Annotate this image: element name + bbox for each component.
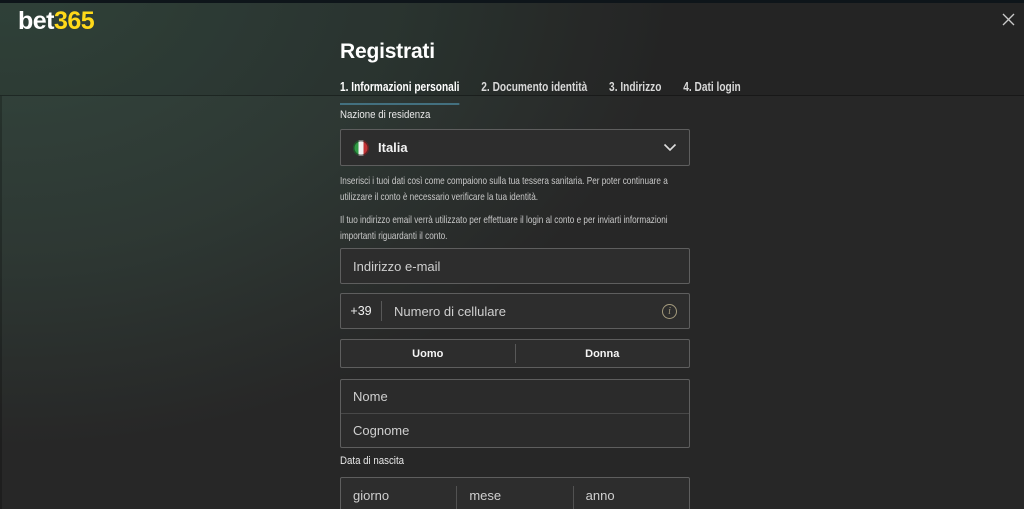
country-select[interactable]: Italia [340, 129, 690, 166]
gender-toggle: Uomo Donna [340, 339, 690, 368]
tab-indirizzo[interactable]: 3. Indirizzo [609, 79, 661, 105]
paragraph-line: importanti riguardanti il conto. [340, 229, 448, 242]
bet365-logo[interactable]: bet365 [18, 7, 95, 36]
identity-info-paragraph: Inserisci i tuoi dati così come compaion… [340, 175, 692, 206]
logo-text-bet: bet [18, 7, 55, 35]
tab-documento-identita[interactable]: 2. Documento identità [481, 79, 587, 105]
tab-dati-login[interactable]: 4. Dati login [683, 79, 740, 105]
info-icon[interactable]: i [662, 303, 677, 319]
chevron-down-icon [663, 143, 677, 152]
email-info-paragraph: Il tuo indirizzo email verrà utilizzato … [340, 214, 692, 245]
phone-input[interactable] [382, 294, 662, 328]
dob-year-input[interactable] [573, 478, 689, 509]
paragraph-line: Il tuo indirizzo email verrà utilizzato … [340, 214, 668, 226]
italy-flag-icon [353, 139, 369, 156]
left-edge-shade [0, 96, 2, 509]
page-title: Registrati [340, 40, 435, 63]
tab-informazioni-personali[interactable]: 1. Informazioni personali [340, 79, 460, 105]
logo-text-365: 365 [54, 7, 95, 35]
gender-female-button[interactable]: Donna [516, 340, 690, 367]
country-label: Nazione di residenza [340, 109, 431, 121]
first-name-input[interactable] [341, 380, 689, 413]
close-icon [1001, 12, 1016, 27]
paragraph-line: Inserisci i tuoi dati così come compaion… [340, 175, 668, 187]
step-tabs: 1. Informazioni personali 2. Documento i… [340, 79, 741, 105]
name-fields [340, 379, 690, 448]
phone-prefix: +39 [350, 304, 372, 318]
registration-overlay: bet365 Registrati 1. Informazioni person… [0, 0, 1024, 509]
dob-month-input[interactable] [457, 478, 573, 509]
gender-male-button[interactable]: Uomo [341, 340, 515, 367]
dob-day-input[interactable] [341, 478, 457, 509]
country-selected-value: Italia [378, 140, 408, 155]
close-button[interactable] [997, 8, 1019, 30]
last-name-input[interactable] [341, 413, 689, 447]
paragraph-line: utilizzare il conto è necessario verific… [340, 190, 539, 203]
phone-field: +39 i [340, 293, 690, 329]
email-field [340, 248, 690, 284]
dob-label: Data di nascita [340, 455, 405, 467]
email-input[interactable] [341, 249, 689, 283]
dob-fields [340, 477, 690, 509]
